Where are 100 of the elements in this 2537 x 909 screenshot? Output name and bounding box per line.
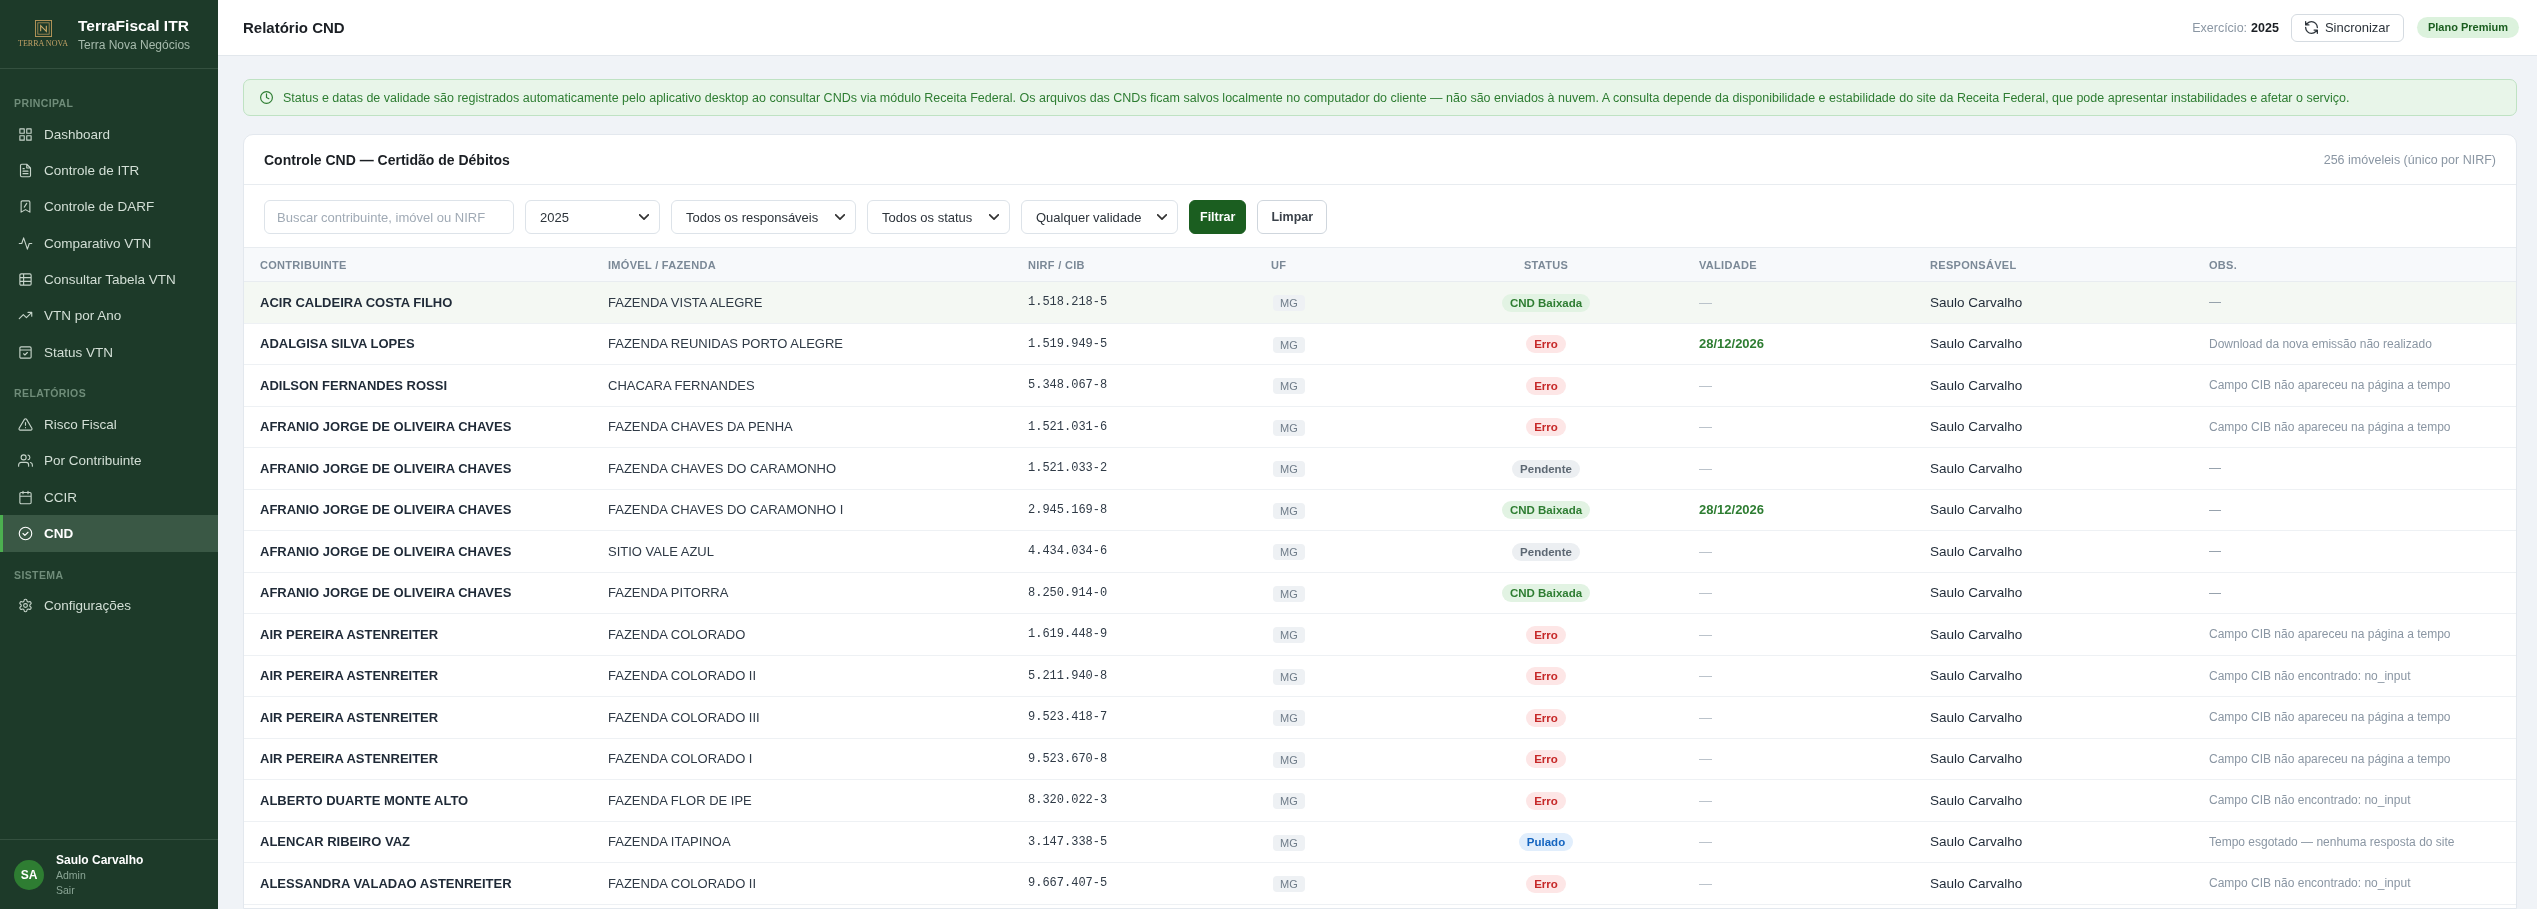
validity-cell: 28/12/2026	[1683, 489, 1914, 531]
nav-item[interactable]: VTN por Ano	[0, 297, 218, 334]
search-field[interactable]: Buscar contribuinte, imóvel ou NIRF	[264, 200, 514, 234]
note-cell: —	[2193, 489, 2516, 531]
property-cell: FAZENDA COLORADO II	[592, 862, 1012, 904]
responsible-cell: Saulo Carvalho	[1914, 655, 2193, 697]
nirf-cell: 9.523.670-8	[1012, 738, 1255, 780]
status-badge: Pendente	[1512, 542, 1580, 561]
app-subtitle: Terra Nova Negócios	[78, 37, 191, 53]
note-cell: —	[2193, 572, 2516, 614]
filter-select[interactable]: Todos os responsáveis	[671, 200, 856, 234]
clear-button[interactable]: Limpar	[1257, 200, 1328, 234]
nav-item[interactable]: Por Contribuinte	[0, 442, 218, 479]
nav-item[interactable]: Risco Fiscal	[0, 406, 218, 443]
nirf-cell: 1.521.033-2	[1012, 447, 1255, 489]
state-badge: MG	[1273, 876, 1305, 893]
note-cell: Campo CIB não apareceu na página a tempo	[2193, 613, 2516, 655]
column-header: STATUS	[1409, 247, 1683, 282]
validity-cell: —	[1683, 696, 1914, 738]
page-title: Relatório CND	[243, 19, 345, 36]
note-cell: Campo CIB não encontrado: no_input	[2193, 655, 2516, 697]
record-count: 256 imóveleis (único por NIRF)	[2323, 152, 2496, 167]
taxpayer-cell: ACIR CALDEIRA COSTA FILHO	[244, 281, 592, 323]
logout-link[interactable]: Sair	[56, 882, 75, 898]
nav-item[interactable]: Comparativo VTN	[0, 225, 218, 262]
status-badge: Erro	[1526, 708, 1566, 727]
status-badge: CND Baixada	[1501, 293, 1591, 312]
validity-cell: —	[1683, 821, 1914, 863]
taxpayer-cell: ADALGISA SILVA LOPES	[244, 323, 592, 365]
note-cell: Campo CIB não encontrado: no_input	[2193, 862, 2516, 904]
property-cell: FAZENDA ITAPINOA	[592, 821, 1012, 863]
nav-item[interactable]: Configurações	[0, 587, 218, 624]
section-label: RELATÓRIOS	[13, 386, 87, 402]
note-cell: Campo CIB não apareceu na página a tempo	[2193, 406, 2516, 448]
status-badge: Erro	[1526, 376, 1566, 395]
responsible-cell: Saulo Carvalho	[1914, 447, 2193, 489]
validity-cell: —	[1683, 281, 1914, 323]
taxpayer-cell: ALBERTO DUARTE MONTE ALTO	[244, 779, 592, 821]
plan-badge: Plano Premium	[2416, 17, 2519, 38]
property-cell: FAZENDA CHAVES DO CARAMONHO	[592, 447, 1012, 489]
taxpayer-cell: ALESSANDRA VALADAO ASTENREITER	[244, 862, 592, 904]
property-cell: FAZENDA CHAVES DO CARAMONHO I	[592, 489, 1012, 531]
user-name: Saulo Carvalho	[56, 851, 144, 868]
validity-cell: —	[1683, 655, 1914, 697]
emblem-icon	[34, 20, 52, 37]
responsible-cell: Saulo Carvalho	[1914, 281, 2193, 323]
nirf-cell: 1.519.949-5	[1012, 323, 1255, 365]
nav-item[interactable]: Status VTN	[0, 333, 218, 371]
nav-item[interactable]: CND	[0, 515, 218, 552]
nav-item[interactable]: CCIR	[0, 478, 218, 516]
state-badge: MG	[1273, 461, 1305, 478]
responsible-cell: Saulo Carvalho	[1914, 821, 2193, 863]
filter-select[interactable]: 2025	[525, 200, 660, 234]
validity-cell: —	[1683, 779, 1914, 821]
document-icon	[18, 163, 33, 178]
user-role: Admin	[56, 867, 86, 883]
refresh-icon	[2304, 21, 2318, 34]
nav-item[interactable]: Controle de DARF	[0, 188, 218, 225]
nav-item[interactable]: Consultar Tabela VTN	[0, 261, 218, 298]
state-badge: MG	[1273, 378, 1305, 395]
section-label: PRINCIPAL	[13, 96, 74, 111]
responsible-cell: Saulo Carvalho	[1914, 738, 2193, 780]
validity-cell: —	[1683, 572, 1914, 614]
taxpayer-cell: AIR PEREIRA ASTENREITER	[244, 696, 592, 738]
column-header: CONTRIBUINTE	[244, 247, 592, 282]
validity-cell: —	[1683, 738, 1914, 780]
users-icon	[18, 453, 33, 469]
filter-button[interactable]: Filtrar	[1189, 200, 1247, 234]
nav-item[interactable]: Dashboard	[0, 116, 218, 153]
responsible-cell: Saulo Carvalho	[1914, 613, 2193, 655]
taxpayer-cell: AIR PEREIRA ASTENREITER	[244, 613, 592, 655]
column-header: RESPONSÁVEL	[1914, 247, 2193, 282]
state-badge: MG	[1273, 668, 1305, 685]
grid-icon	[18, 126, 33, 142]
responsible-cell: Saulo Carvalho	[1914, 406, 2193, 448]
note-cell: Campo CIB não apareceu na página a tempo	[2193, 696, 2516, 738]
nirf-cell: 4.434.034-6	[1012, 530, 1255, 572]
note-cell: Tempo esgotado — nenhuma resposta do site	[2193, 821, 2516, 863]
note-cell: Campo CIB não apareceu na página a tempo	[2193, 738, 2516, 780]
filter-select[interactable]: Qualquer validade	[1021, 200, 1178, 234]
state-badge: MG	[1273, 793, 1305, 810]
status-badge: CND Baixada	[1501, 501, 1591, 520]
responsible-cell: Saulo Carvalho	[1914, 364, 2193, 406]
taxpayer-cell: ADILSON FERNANDES ROSSI	[244, 364, 592, 406]
state-badge: MG	[1273, 834, 1305, 851]
settings-icon	[18, 598, 33, 614]
section-label: SISTEMA	[13, 567, 64, 583]
chevron-down-icon	[639, 214, 649, 220]
state-badge: MG	[1273, 295, 1305, 312]
nav-item[interactable]: Controle de ITR	[0, 152, 218, 189]
state-badge: MG	[1273, 627, 1305, 644]
sync-button[interactable]: Sincronizar	[2290, 13, 2404, 42]
state-badge: MG	[1273, 751, 1305, 768]
notice-text: Status e datas de validade são registrados automaticamente pelo aplicativo desktop ao consultar CNDs via módulo Receita Federal. Os arquivos das CNDs ficam salvos localmente no computador do cliente — não são enviados à nuvem. A consulta depende da disponibilidade e estabilidade do site da Receita Federal, que pode apresentar instabilidades e afetar o serviço.	[283, 90, 2350, 105]
column-header: NIRF / CIB	[1012, 247, 1255, 282]
filter-select[interactable]: Todos os status	[867, 200, 1010, 234]
status-badge: Erro	[1526, 791, 1566, 810]
property-cell: SITIO VALE AZUL	[592, 530, 1012, 572]
state-badge: MG	[1273, 336, 1305, 353]
nirf-cell: 1.521.031-6	[1012, 406, 1255, 448]
